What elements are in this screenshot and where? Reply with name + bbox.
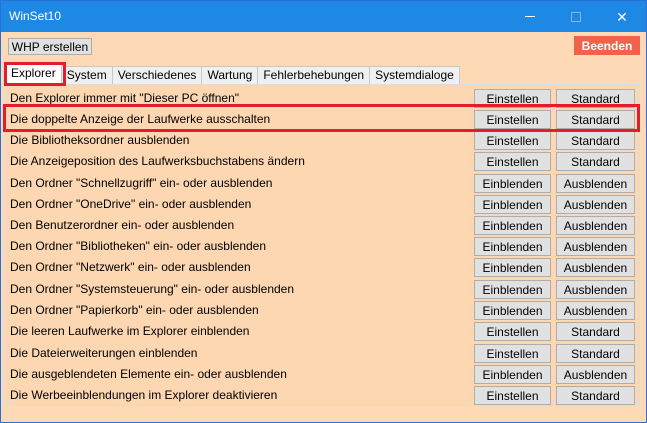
- close-icon: ✕: [616, 8, 628, 25]
- row-label: Die Anzeigeposition des Laufwerksbuchsta…: [10, 154, 305, 168]
- row-label: Die ausgeblendeten Elemente ein- oder au…: [10, 367, 287, 381]
- einstellen-button[interactable]: Einstellen: [474, 344, 551, 363]
- list-item: Die Bibliotheksordner ausblenden Einstel…: [6, 130, 641, 151]
- einblenden-button[interactable]: Einblenden: [474, 258, 551, 277]
- minimize-icon: [525, 16, 535, 17]
- tab-fehlerbehebungen[interactable]: Fehlerbehebungen: [257, 66, 371, 84]
- row-label: Den Ordner "Systemsteuerung" ein- oder a…: [10, 282, 295, 296]
- list-item: Den Ordner "Bibliotheken" ein- oder ausb…: [6, 236, 641, 257]
- ausblenden-button[interactable]: Ausblenden: [556, 195, 635, 214]
- row-label: Den Ordner "OneDrive" ein- oder ausblend…: [10, 197, 252, 211]
- list-item: Den Ordner "Papierkorb" ein- oder ausble…: [6, 300, 641, 321]
- ausblenden-button[interactable]: Ausblenden: [556, 237, 635, 256]
- tab-verschiedenes[interactable]: Verschiedenes: [111, 66, 203, 84]
- maximize-button[interactable]: [553, 1, 599, 32]
- einstellen-button[interactable]: Einstellen: [474, 386, 551, 405]
- list-item: Die leeren Laufwerke im Explorer einblen…: [6, 321, 641, 342]
- row-label: Den Explorer immer mit "Dieser PC öffnen…: [10, 91, 240, 105]
- list-item: Den Ordner "Schnellzugriff" ein- oder au…: [6, 173, 641, 194]
- whp-erstellen-button[interactable]: WHP erstellen: [8, 38, 92, 55]
- row-label: Den Ordner "Schnellzugriff" ein- oder au…: [10, 176, 273, 190]
- minimize-button[interactable]: [507, 1, 553, 32]
- standard-button[interactable]: Standard: [556, 322, 635, 341]
- row-label: Die leeren Laufwerke im Explorer einblen…: [10, 324, 250, 338]
- standard-button[interactable]: Standard: [556, 152, 635, 171]
- maximize-icon: [571, 11, 581, 22]
- einblenden-button[interactable]: Einblenden: [474, 174, 551, 193]
- ausblenden-button[interactable]: Ausblenden: [556, 365, 635, 384]
- einblenden-button[interactable]: Einblenden: [474, 301, 551, 320]
- window-title: WinSet10: [9, 9, 62, 23]
- highlight-box-tab: [4, 62, 66, 86]
- row-label: Den Ordner "Papierkorb" ein- oder ausble…: [10, 303, 259, 317]
- einstellen-button[interactable]: Einstellen: [474, 131, 551, 150]
- list-item: Den Benutzerordner ein- oder ausblenden …: [6, 215, 641, 236]
- einblenden-button[interactable]: Einblenden: [474, 195, 551, 214]
- tab-system[interactable]: System: [60, 66, 113, 84]
- highlight-box-row: [3, 104, 640, 132]
- list-item: Die ausgeblendeten Elemente ein- oder au…: [6, 364, 641, 385]
- row-label: Den Ordner "Netzwerk" ein- oder ausblend…: [10, 260, 251, 274]
- row-label: Die Dateierweiterungen einblenden: [10, 346, 198, 360]
- ausblenden-button[interactable]: Ausblenden: [556, 280, 635, 299]
- row-label: Den Benutzerordner ein- oder ausblenden: [10, 218, 235, 232]
- list-item: Die Werbeeinblendungen im Explorer deakt…: [6, 385, 641, 406]
- einstellen-button[interactable]: Einstellen: [474, 152, 551, 171]
- list-item: Die Anzeigeposition des Laufwerksbuchsta…: [6, 151, 641, 172]
- einblenden-button[interactable]: Einblenden: [474, 365, 551, 384]
- standard-button[interactable]: Standard: [556, 386, 635, 405]
- ausblenden-button[interactable]: Ausblenden: [556, 216, 635, 235]
- tab-bar: Explorer System Verschiedenes Wartung Fe…: [5, 64, 460, 84]
- ausblenden-button[interactable]: Ausblenden: [556, 258, 635, 277]
- standard-button[interactable]: Standard: [556, 344, 635, 363]
- standard-button[interactable]: Standard: [556, 131, 635, 150]
- einblenden-button[interactable]: Einblenden: [474, 280, 551, 299]
- row-label: Die Werbeeinblendungen im Explorer deakt…: [10, 388, 278, 402]
- list-item: Den Ordner "OneDrive" ein- oder ausblend…: [6, 194, 641, 215]
- einstellen-button[interactable]: Einstellen: [474, 322, 551, 341]
- tab-systemdialoge[interactable]: Systemdialoge: [369, 66, 460, 84]
- row-label: Die Bibliotheksordner ausblenden: [10, 133, 190, 147]
- title-bar[interactable]: WinSet10 ✕: [1, 1, 646, 32]
- tab-wartung[interactable]: Wartung: [201, 66, 259, 84]
- beenden-button[interactable]: Beenden: [574, 36, 640, 55]
- list-item: Den Ordner "Systemsteuerung" ein- oder a…: [6, 279, 641, 300]
- close-button[interactable]: ✕: [599, 1, 645, 32]
- list-item: Die Dateierweiterungen einblenden Einste…: [6, 343, 641, 364]
- einblenden-button[interactable]: Einblenden: [474, 216, 551, 235]
- einblenden-button[interactable]: Einblenden: [474, 237, 551, 256]
- settings-panel: Den Explorer immer mit "Dieser PC öffnen…: [5, 84, 640, 406]
- row-label: Den Ordner "Bibliotheken" ein- oder ausb…: [10, 239, 267, 253]
- ausblenden-button[interactable]: Ausblenden: [556, 174, 635, 193]
- ausblenden-button[interactable]: Ausblenden: [556, 301, 635, 320]
- app-window: WinSet10 ✕ WHP erstellen Beenden Explore…: [0, 0, 647, 423]
- list-item: Den Ordner "Netzwerk" ein- oder ausblend…: [6, 257, 641, 278]
